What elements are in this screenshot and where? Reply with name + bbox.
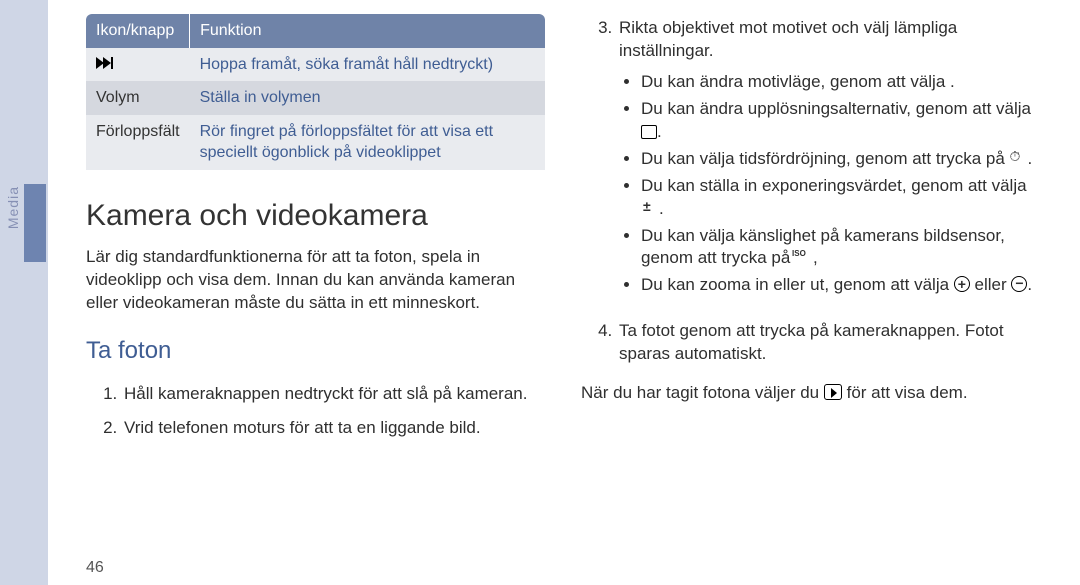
table-row: Hoppa framåt, söka framåt håll nedtryckt… <box>86 48 545 82</box>
side-tab: Media <box>0 0 48 585</box>
after-note: När du har tagit fotona väljer du för at… <box>581 382 1040 405</box>
page-content: Ikon/knapp Funktion Hoppa framåt, söka f… <box>86 14 1040 565</box>
timer-icon <box>1010 150 1028 166</box>
fast-forward-icon <box>96 55 114 71</box>
bullet-zoom: Du kan zooma in eller ut, genom att välj… <box>641 272 1040 299</box>
controls-table: Ikon/knapp Funktion Hoppa framåt, söka f… <box>86 14 545 170</box>
bullet-timer: Du kan välja tidsfördröjning, genom att … <box>641 146 1040 173</box>
cell-func: Ställa in volymen <box>190 81 545 115</box>
step-3: Rikta objektivet mot motivet och välj lä… <box>617 14 1040 317</box>
resolution-icon <box>641 125 657 139</box>
iso-icon <box>795 249 813 265</box>
steps-right: Rikta objektivet mot motivet och välj lä… <box>617 14 1040 374</box>
zoom-out-icon <box>1011 276 1027 292</box>
section-heading: Kamera och videokamera <box>86 196 545 237</box>
bullet-resolution: Du kan ändra upplösningsalternativ, geno… <box>641 96 1040 146</box>
side-tab-highlight <box>24 184 46 262</box>
cell-func: Rör fingret på förloppsfältet för att vi… <box>190 115 545 170</box>
table-header-key: Ikon/knapp <box>86 14 190 48</box>
page-number: 46 <box>86 559 104 577</box>
exposure-icon <box>641 200 659 216</box>
intro-paragraph: Lär dig standardfunktionerna för att ta … <box>86 246 545 315</box>
side-tab-label: Media <box>5 186 21 229</box>
bullet-iso: Du kan välja känslighet på kamerans bild… <box>641 223 1040 273</box>
cell-func: Hoppa framåt, söka framåt håll nedtryckt… <box>190 48 545 82</box>
right-column: Rikta objektivet mot motivet och välj lä… <box>581 14 1040 565</box>
steps-left: Håll kameraknappen nedtryckt för att slå… <box>122 380 545 448</box>
left-column: Ikon/knapp Funktion Hoppa framåt, söka f… <box>86 14 545 565</box>
subsection-heading: Ta foton <box>86 335 545 367</box>
table-header-func: Funktion <box>190 14 545 48</box>
table-row: Volym Ställa in volymen <box>86 81 545 115</box>
zoom-in-icon <box>954 276 970 292</box>
step-2: Vrid telefonen moturs för att ta en ligg… <box>122 414 545 448</box>
step-3-text: Rikta objektivet mot motivet och välj lä… <box>619 18 957 60</box>
step-4: Ta fotot genom att trycka på kameraknapp… <box>617 317 1040 374</box>
cell-icon <box>86 48 190 82</box>
step-1: Håll kameraknappen nedtryckt för att slå… <box>122 380 545 414</box>
cell-key: Volym <box>86 81 190 115</box>
table-row: Förloppsfält Rör fingret på förloppsfält… <box>86 115 545 170</box>
bullet-exposure: Du kan ställa in exponeringsvärdet, geno… <box>641 173 1040 223</box>
cell-key: Förloppsfält <box>86 115 190 170</box>
bullet-scene: Du kan ändra motivläge, genom att välja … <box>641 69 1040 96</box>
play-gallery-icon <box>824 384 842 400</box>
step-3-bullets: Du kan ändra motivläge, genom att välja … <box>641 69 1040 299</box>
